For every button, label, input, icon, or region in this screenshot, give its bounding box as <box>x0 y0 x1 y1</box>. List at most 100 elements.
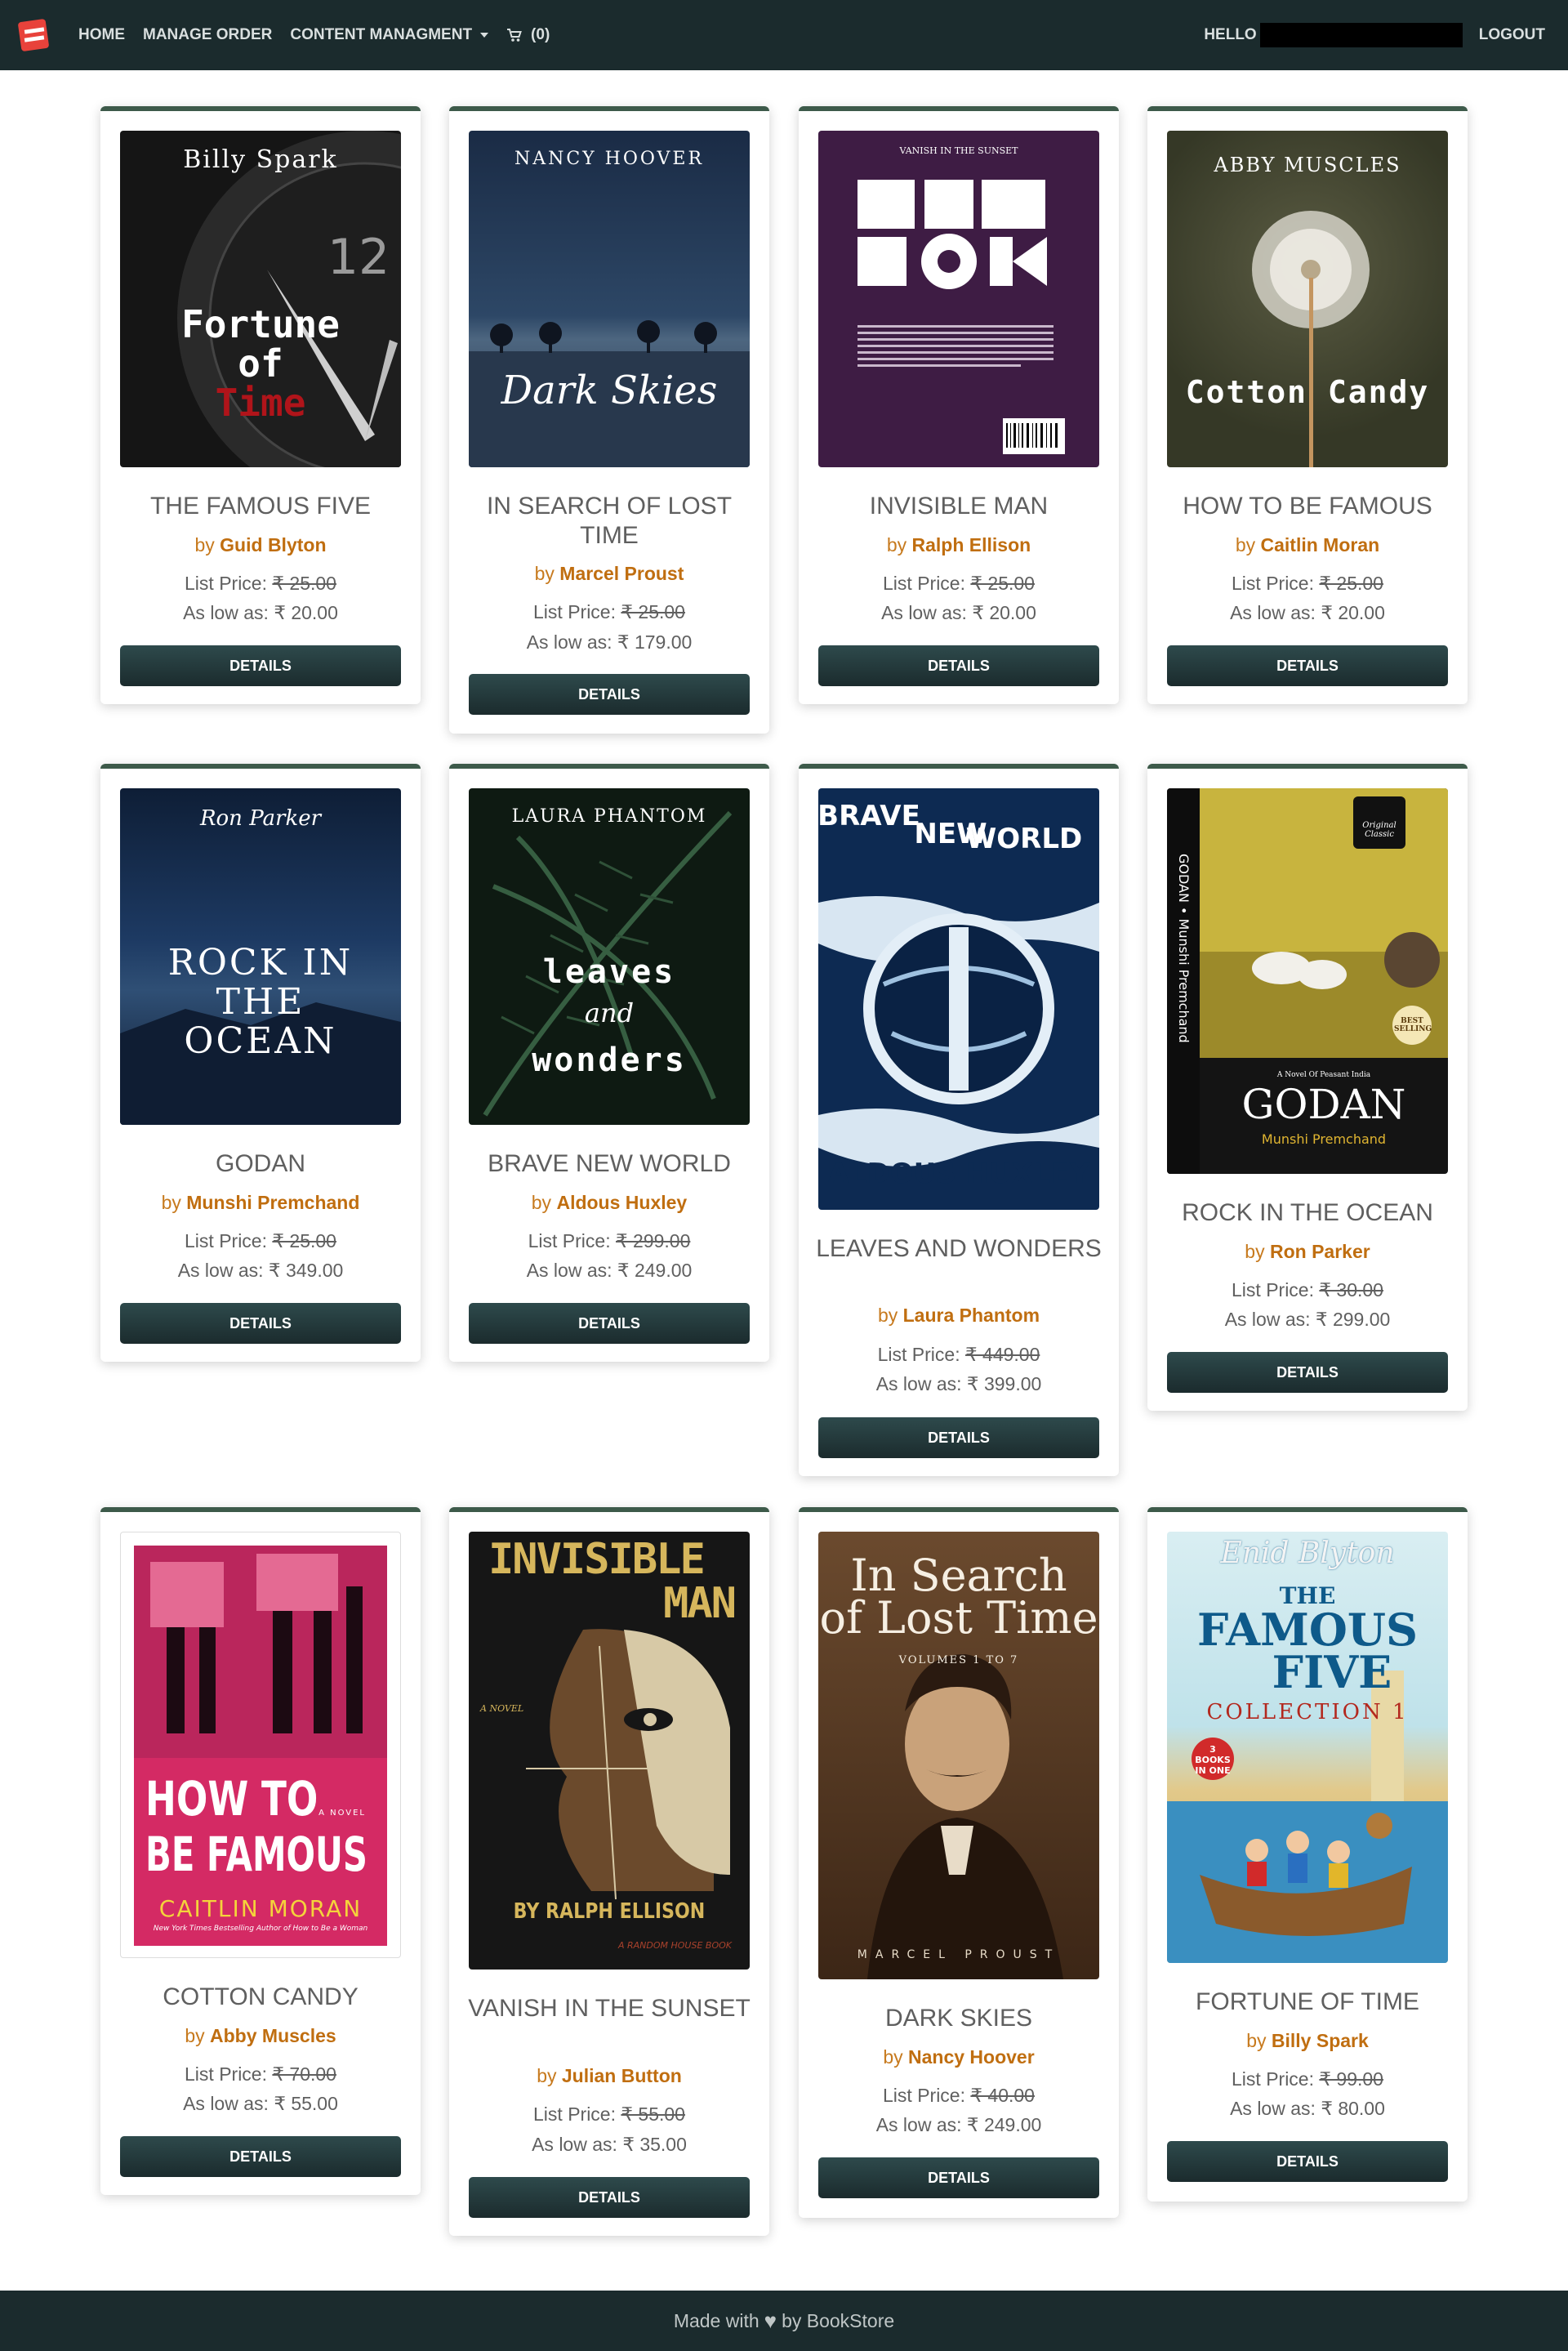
nav-cart-link[interactable]: (0) <box>506 26 550 44</box>
cover-author: NANCY HOOVER <box>514 149 705 169</box>
details-button[interactable]: DETAILS <box>818 645 1099 686</box>
details-button[interactable]: DETAILS <box>120 1303 401 1344</box>
low-price-label: As low as: <box>1230 2098 1316 2119</box>
book-cover-image[interactable]: BRAVE NEW WORLD ALDOUS HUXLEY <box>818 788 1099 1210</box>
author-name[interactable]: Guid Blyton <box>220 534 326 555</box>
details-button[interactable]: DETAILS <box>469 1303 750 1344</box>
cover-title-2: BE FAMOUS <box>145 1827 368 1882</box>
low-price-label: As low as: <box>1230 602 1316 623</box>
list-price: List Price: ₹ 25.00 <box>799 573 1119 595</box>
book-cover-image[interactable]: Ron Parker ROCK IN THE OCEAN <box>120 788 401 1125</box>
details-button[interactable]: DETAILS <box>818 1417 1099 1458</box>
list-price-value: ₹ 449.00 <box>965 1344 1040 1365</box>
cart-count: (0) <box>531 26 550 43</box>
cover-author: BY RALPH ELLISON <box>513 1899 706 1924</box>
list-price: List Price: ₹ 449.00 <box>799 1344 1119 1366</box>
chevron-down-icon <box>480 33 489 38</box>
list-price-value: ₹ 25.00 <box>621 601 685 622</box>
bookstore-logo-icon[interactable] <box>15 17 52 53</box>
book-cover-image[interactable]: GODAN • Munshi Premchand Original Classi… <box>1167 788 1448 1174</box>
low-price-value: ₹ 179.00 <box>617 631 693 653</box>
book-author: by Ron Parker <box>1147 1241 1468 1263</box>
footer: Made with ♥ by BookStore <box>0 2291 1568 2351</box>
list-price-label: List Price: <box>1232 573 1314 594</box>
book-cover-image[interactable]: INVISIBLE MAN A NOVEL BY RALPH ELLISON A… <box>469 1532 750 1970</box>
details-button[interactable]: DETAILS <box>120 645 401 686</box>
book-cover-image[interactable]: NANCY HOOVER Dark Skies <box>469 131 750 467</box>
low-price-label: As low as: <box>875 1373 962 1394</box>
author-name[interactable]: Caitlin Moran <box>1261 534 1380 555</box>
author-name[interactable]: Ralph Ellison <box>912 534 1031 555</box>
details-button[interactable]: DETAILS <box>818 2157 1099 2198</box>
cover-tagline: New York Times Bestselling Author of How… <box>153 1925 368 1933</box>
list-price-value: ₹ 299.00 <box>616 1230 691 1251</box>
low-price: As low as: ₹ 80.00 <box>1147 2098 1468 2120</box>
low-price-value: ₹ 399.00 <box>966 1373 1042 1394</box>
details-button[interactable]: DETAILS <box>469 674 750 715</box>
cover-title-1: ROCK IN <box>167 942 354 984</box>
author-name[interactable]: Abby Muscles <box>210 2025 336 2046</box>
book-cover-image[interactable]: Enid Blyton THE FAMOUS FIVE COLLECTION 1… <box>1167 1532 1448 1963</box>
author-name[interactable]: Julian Button <box>562 2065 682 2086</box>
low-price: As low as: ₹ 349.00 <box>100 1260 421 1282</box>
details-button[interactable]: DETAILS <box>1167 2141 1448 2182</box>
low-price-label: As low as: <box>183 602 269 623</box>
pink-cover-panel: A NOVEL HOW TO BE FAMOUS CAITLIN MORAN N… <box>134 1546 387 1946</box>
low-price-value: ₹ 20.00 <box>1321 602 1385 623</box>
book-cover-image[interactable]: ABBY MUSCLES Cotton Candy <box>1167 131 1448 467</box>
list-price-value: ₹ 25.00 <box>1319 573 1383 594</box>
details-button[interactable]: DETAILS <box>1167 1352 1448 1393</box>
cover-author: ABBY MUSCLES <box>1214 154 1401 176</box>
by-label: by <box>531 1192 552 1213</box>
book-cover-image[interactable]: VANISH IN THE SUNSET <box>818 131 1099 467</box>
low-price-label: As low as: <box>526 1260 612 1281</box>
low-price: As low as: ₹ 35.00 <box>449 2134 769 2156</box>
list-price: List Price: ₹ 25.00 <box>1147 573 1468 595</box>
list-price-value: ₹ 40.00 <box>970 2085 1035 2106</box>
dandelion-cover-art <box>1252 211 1370 467</box>
author-name[interactable]: Ron Parker <box>1270 1241 1370 1262</box>
by-label: by <box>877 1305 898 1326</box>
book-card: NANCY HOOVER Dark Skies IN SEARCH OF LOS… <box>449 106 769 734</box>
navbar: HOME MANAGE ORDER CONTENT MANAGMENT (0) … <box>0 0 1568 70</box>
list-price-label: List Price: <box>528 1230 611 1251</box>
low-price-value: ₹ 349.00 <box>268 1260 344 1281</box>
book-cover-image[interactable]: In Search of Lost Time VOLUMES 1 TO 7 MA… <box>818 1532 1099 1979</box>
author-name[interactable]: Billy Spark <box>1272 2030 1369 2051</box>
author-name[interactable]: Nancy Hoover <box>908 2046 1035 2068</box>
list-price-value: ₹ 25.00 <box>970 573 1035 594</box>
details-button[interactable]: DETAILS <box>120 2136 401 2177</box>
book-author: by Abby Muscles <box>100 2025 421 2047</box>
list-price: List Price: ₹ 40.00 <box>799 2085 1119 2107</box>
details-button[interactable]: DETAILS <box>1167 645 1448 686</box>
nav-manage-order-link[interactable]: MANAGE ORDER <box>143 26 272 44</box>
cover-novel-tag: A NOVEL <box>480 1703 524 1714</box>
author-name[interactable]: Aldous Huxley <box>556 1192 687 1213</box>
cover-side-text: GODAN • Munshi Premchand <box>1176 854 1192 1043</box>
list-price-label: List Price: <box>185 573 267 594</box>
author-name[interactable]: Laura Phantom <box>903 1305 1040 1326</box>
cover-title-2: MAN <box>663 1579 737 1628</box>
list-price-value: ₹ 99.00 <box>1319 2068 1383 2090</box>
book-card: LAURA PHANTOM leaves and wonders BRAVE N… <box>449 764 769 1362</box>
list-price: List Price: ₹ 25.00 <box>449 601 769 623</box>
low-price-value: ₹ 249.00 <box>966 2114 1042 2135</box>
author-name[interactable]: Munshi Premchand <box>186 1192 359 1213</box>
nav-home-link[interactable]: HOME <box>78 26 125 44</box>
low-price: As low as: ₹ 249.00 <box>799 2114 1119 2136</box>
nav-content-dropdown[interactable]: CONTENT MANAGMENT <box>290 26 489 44</box>
nav-content-label: CONTENT MANAGMENT <box>290 26 473 43</box>
details-button[interactable]: DETAILS <box>469 2177 750 2218</box>
redacted-username <box>1259 23 1463 47</box>
by-label: by <box>1245 1241 1265 1262</box>
low-price-label: As low as: <box>183 2093 269 2114</box>
logout-link[interactable]: LOGOUT <box>1479 26 1545 44</box>
author-name[interactable]: Marcel Proust <box>559 563 684 584</box>
book-cover-image[interactable]: A NOVEL HOW TO BE FAMOUS CAITLIN MORAN N… <box>120 1532 401 1958</box>
book-cover-image[interactable]: Billy Spark 12 Fortune of Time <box>120 131 401 467</box>
book-title: DARK SKIES <box>884 2005 1033 2032</box>
low-price: As low as: ₹ 20.00 <box>100 602 421 624</box>
book-author: by Guid Blyton <box>100 534 421 556</box>
low-price-label: As low as: <box>526 631 612 653</box>
book-cover-image[interactable]: LAURA PHANTOM leaves and wonders <box>469 788 750 1125</box>
